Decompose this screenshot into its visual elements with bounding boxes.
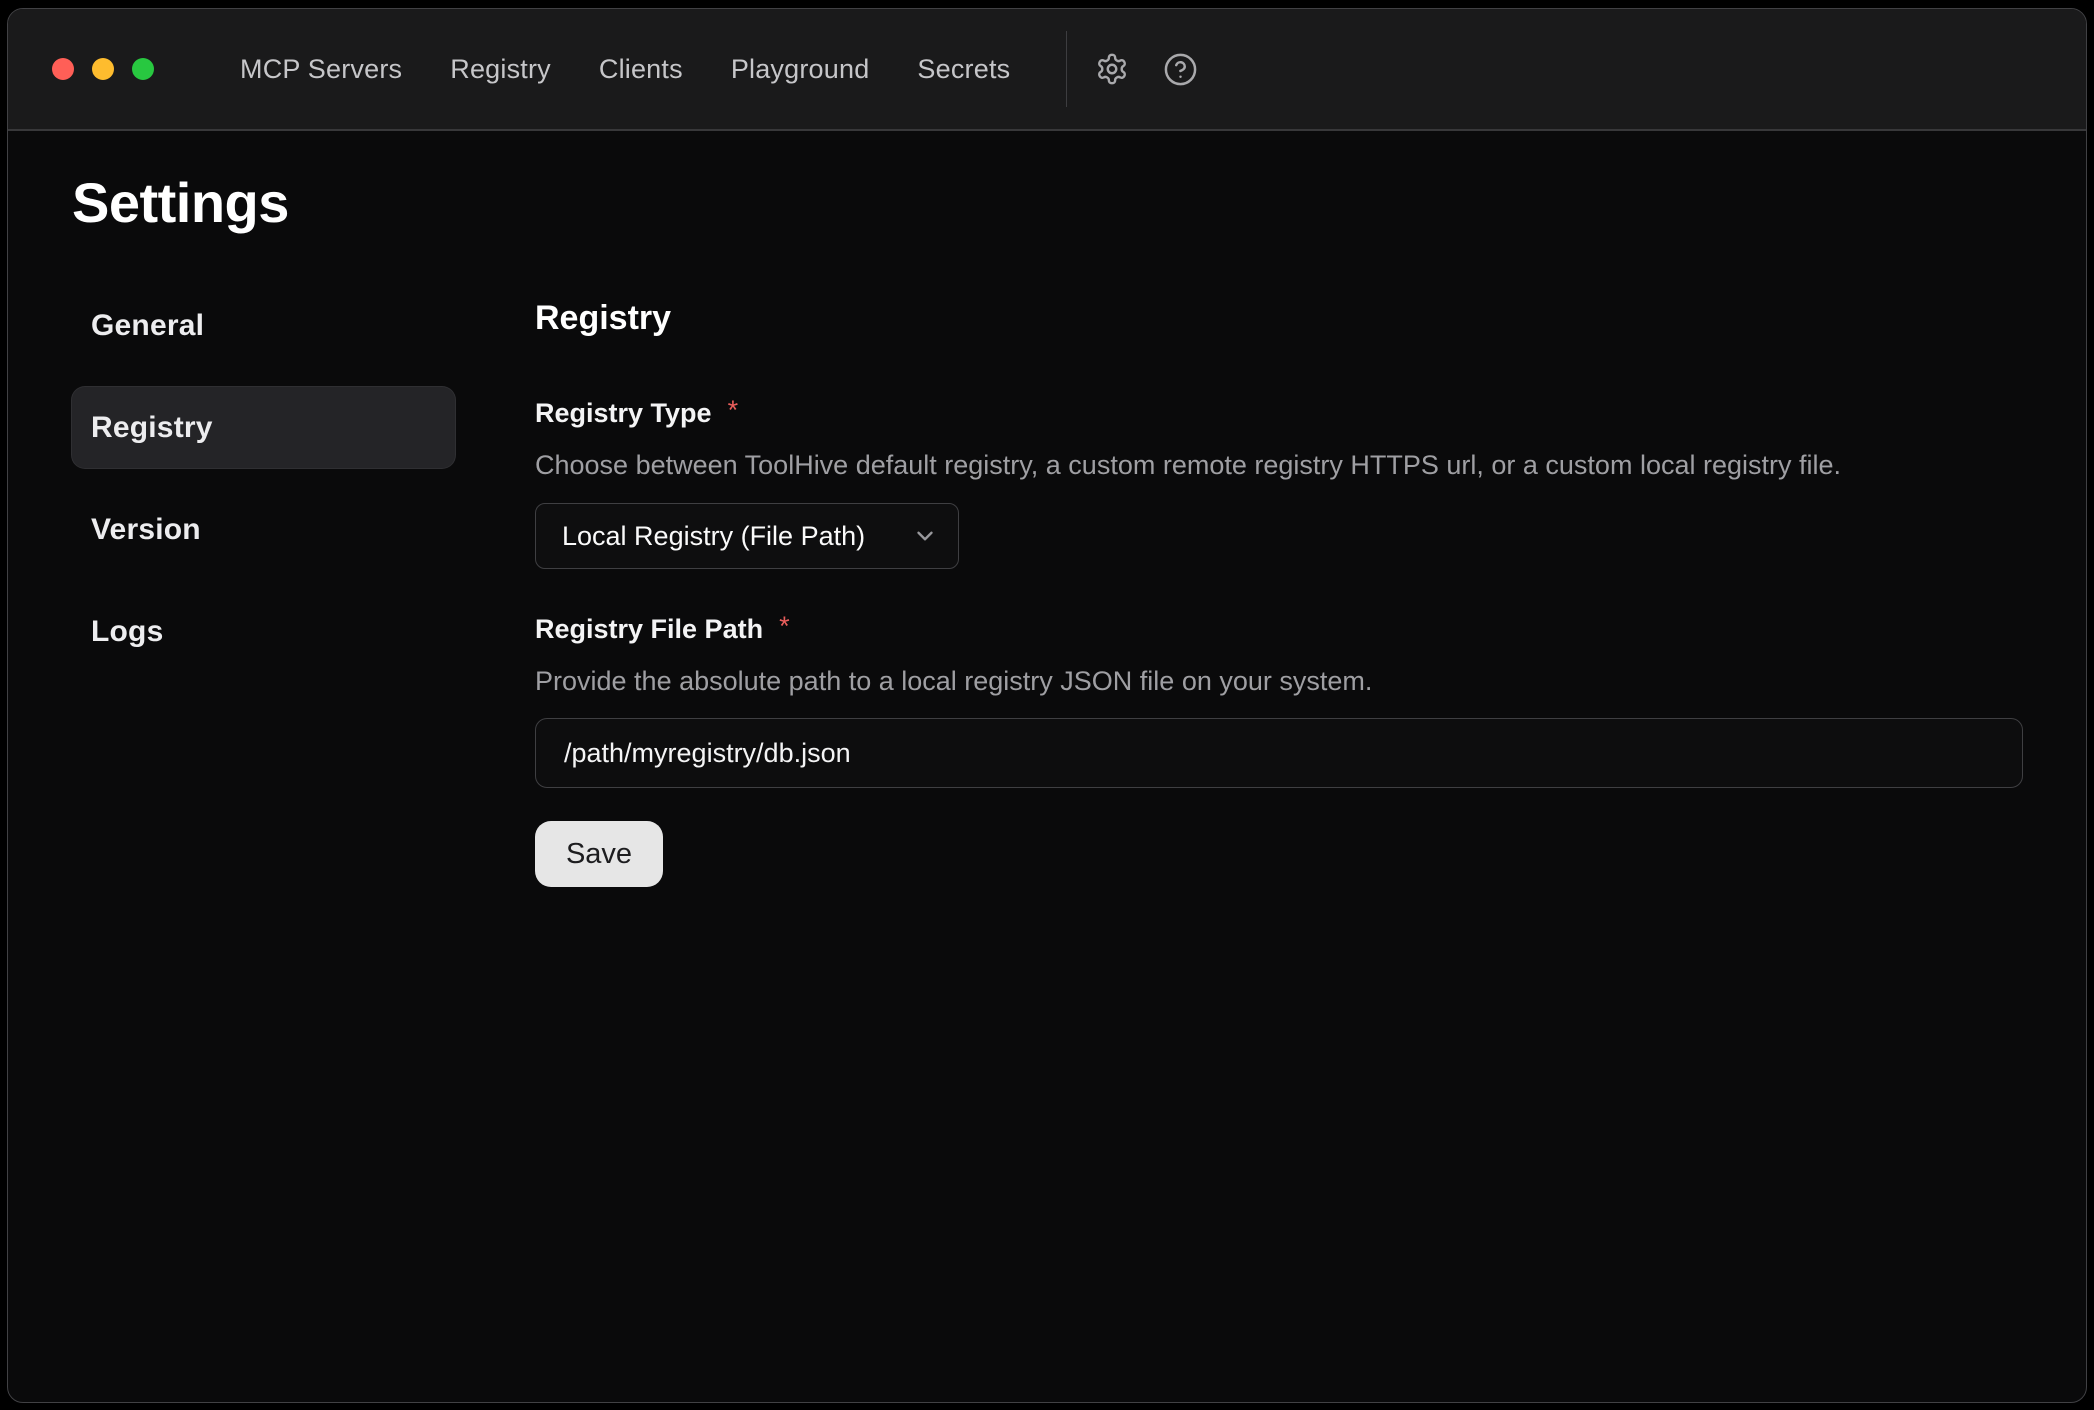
help-button[interactable] [1163, 52, 1198, 87]
registry-type-description: Choose between ToolHive default registry… [535, 447, 2023, 483]
required-marker: * [728, 392, 739, 428]
panel-title: Registry [535, 297, 2023, 339]
registry-file-path-label: Registry File Path [535, 611, 763, 647]
registry-settings-panel: Registry Registry Type * Choose between … [535, 297, 2023, 887]
registry-type-selected-option: Local Registry (File Path) [562, 521, 865, 552]
registry-file-path-label-row: Registry File Path * [535, 611, 2023, 647]
settings-button[interactable] [1095, 52, 1129, 86]
close-window-button[interactable] [52, 58, 74, 80]
sidebar-item-general[interactable]: General [71, 284, 456, 367]
nav-item-playground[interactable]: Playground [731, 54, 870, 85]
nav-item-mcp-servers[interactable]: MCP Servers [240, 54, 402, 85]
registry-type-label: Registry Type [535, 395, 712, 431]
registry-type-select[interactable]: Local Registry (File Path) [535, 503, 959, 569]
registry-file-path-description: Provide the absolute path to a local reg… [535, 663, 2023, 699]
required-marker: * [779, 608, 790, 644]
registry-type-label-row: Registry Type * [535, 395, 2023, 431]
maximize-window-button[interactable] [132, 58, 154, 80]
settings-sidebar: General Registry Version Logs [71, 284, 456, 692]
gear-icon [1095, 52, 1129, 86]
registry-file-path-input[interactable] [535, 718, 2023, 788]
sidebar-item-registry[interactable]: Registry [71, 386, 456, 469]
minimize-window-button[interactable] [92, 58, 114, 80]
titlebar: MCP Servers Registry Clients Playground … [8, 9, 2086, 131]
help-icon [1163, 52, 1198, 87]
chevron-down-icon [912, 523, 938, 549]
save-button[interactable]: Save [535, 821, 663, 887]
nav-item-registry[interactable]: Registry [450, 54, 551, 85]
sidebar-item-version[interactable]: Version [71, 488, 456, 571]
traffic-lights [52, 58, 154, 80]
sidebar-item-logs[interactable]: Logs [71, 590, 456, 673]
nav-divider [1066, 31, 1067, 107]
nav-item-secrets[interactable]: Secrets [917, 54, 1010, 85]
page-title: Settings [72, 169, 289, 237]
nav-item-clients[interactable]: Clients [599, 54, 683, 85]
top-nav: MCP Servers Registry Clients Playground … [240, 54, 1010, 85]
app-window: MCP Servers Registry Clients Playground … [7, 8, 2087, 1403]
